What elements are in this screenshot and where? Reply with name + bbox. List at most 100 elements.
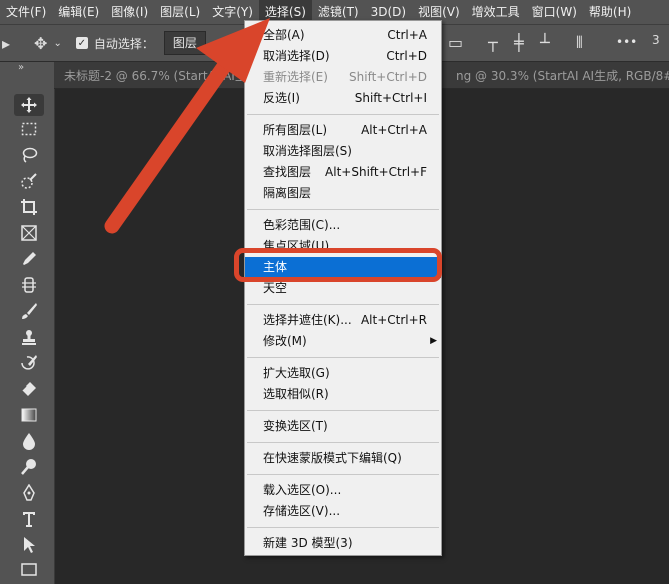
type-icon	[23, 512, 35, 527]
move-tool[interactable]	[14, 94, 44, 116]
menu-item-transform-selection[interactable]: 变换选区(T)	[245, 416, 441, 437]
healing-brush-tool[interactable]	[14, 274, 44, 296]
shortcut-label: Shift+Ctrl+I	[354, 91, 427, 105]
quick-selection-icon	[21, 173, 37, 189]
crop-icon	[21, 199, 37, 215]
auto-select-target-dropdown[interactable]: 图层	[163, 31, 206, 55]
tools-panel: »	[0, 62, 55, 584]
move-tool-icon[interactable]: ✥	[34, 34, 47, 53]
align-top-icon[interactable]: ┬	[488, 33, 498, 52]
document-tab-2[interactable]: ng @ 30.3% (StartAI AI生成, RGB/8#) *	[446, 67, 669, 84]
menu-item-label: 扩大选取(G)	[263, 366, 330, 380]
menu-separator	[247, 357, 439, 358]
menu-item-label: 重新选择(E)	[263, 70, 328, 84]
menu-item-label: 修改(M)	[263, 334, 307, 348]
menu-image[interactable]: 图像(I)	[105, 0, 154, 24]
menu-item-isolate-layers[interactable]: 隔离图层	[245, 183, 441, 204]
brush-icon	[22, 303, 37, 319]
arrow-cursor-icon	[24, 537, 35, 553]
home-icon[interactable]: ▸	[2, 34, 10, 53]
eraser-tool[interactable]	[14, 378, 44, 400]
menu-help[interactable]: 帮助(H)	[583, 0, 637, 24]
menu-edit[interactable]: 编辑(E)	[52, 0, 105, 24]
menu-item-grow[interactable]: 扩大选取(G)	[245, 363, 441, 384]
menu-item-quick-mask[interactable]: 在快速蒙版模式下编辑(Q)	[245, 448, 441, 469]
brush-tool[interactable]	[14, 300, 44, 322]
3d-mode-icon[interactable]: 3	[652, 33, 660, 47]
menu-item-find-layers[interactable]: 查找图层 Alt+Shift+Ctrl+F	[245, 162, 441, 183]
menu-separator	[247, 410, 439, 411]
blur-drop-icon	[23, 433, 35, 450]
shortcut-label: Alt+Ctrl+R	[360, 313, 427, 327]
marquee-tool[interactable]	[14, 118, 44, 140]
menu-item-label: 选取相似(R)	[263, 387, 329, 401]
menu-item-reselect[interactable]: 重新选择(E) Shift+Ctrl+D	[245, 67, 441, 88]
menu-item-modify[interactable]: 修改(M) ▶	[245, 331, 441, 352]
menu-separator	[247, 304, 439, 305]
menu-item-label: 所有图层(L)	[263, 123, 328, 137]
pen-tool[interactable]	[14, 482, 44, 504]
menu-separator	[247, 442, 439, 443]
menu-item-label: 色彩范围(C)...	[263, 218, 341, 232]
menu-separator	[247, 474, 439, 475]
history-brush-tool[interactable]	[14, 352, 44, 374]
stamp-icon	[22, 330, 36, 345]
annotation-highlight-box	[234, 248, 442, 282]
document-tab-1[interactable]: 未标题-2 @ 66.7% (StartAI AI生成,	[54, 67, 273, 84]
menu-separator	[247, 114, 439, 115]
menu-item-save-selection[interactable]: 存储选区(V)...	[245, 501, 441, 522]
submenu-arrow-icon: ▶	[430, 336, 437, 346]
dodge-tool[interactable]	[14, 456, 44, 478]
menu-separator	[247, 527, 439, 528]
menu-plugins[interactable]: 增效工具	[466, 0, 526, 24]
chevron-down-icon[interactable]: ⌄	[53, 38, 61, 49]
menu-item-label: 选择并遮住(K)...	[263, 313, 352, 327]
eyedropper-tool[interactable]	[14, 248, 44, 270]
menu-item-deselect[interactable]: 取消选择(D) Ctrl+D	[245, 46, 441, 67]
dodge-icon	[21, 459, 36, 475]
clone-stamp-tool[interactable]	[14, 326, 44, 348]
auto-select-checkbox[interactable]: ✓	[75, 37, 88, 49]
align-left-icon[interactable]: ▭	[448, 33, 463, 52]
menu-item-all-layers[interactable]: 所有图层(L) Alt+Ctrl+A	[245, 120, 441, 141]
collapse-icon[interactable]: »	[18, 62, 24, 73]
distribute-icon[interactable]: ⫴	[576, 33, 583, 53]
shortcut-label: Alt+Ctrl+A	[361, 123, 427, 137]
menu-item-color-range[interactable]: 色彩范围(C)...	[245, 215, 441, 236]
menu-file[interactable]: 文件(F)	[0, 0, 52, 24]
crop-tool[interactable]	[14, 196, 44, 218]
gradient-icon	[21, 408, 37, 422]
menu-item-label: 新建 3D 模型(3)	[263, 536, 353, 550]
menu-item-select-and-mask[interactable]: 选择并遮住(K)... Alt+Ctrl+R	[245, 310, 441, 331]
quick-selection-tool[interactable]	[14, 170, 44, 192]
menu-item-select-all[interactable]: 全部(A) Ctrl+A	[245, 25, 441, 46]
pen-icon	[23, 484, 35, 501]
type-tool[interactable]	[14, 508, 44, 530]
frame-tool[interactable]	[14, 222, 44, 244]
align-bottom-icon[interactable]: ┴	[540, 33, 550, 52]
menu-item-load-selection[interactable]: 载入选区(O)...	[245, 480, 441, 501]
align-vcenter-icon[interactable]: ╪	[514, 33, 524, 52]
rectangular-marquee-icon	[21, 122, 37, 136]
more-options[interactable]: •••	[616, 35, 637, 49]
rectangle-tool[interactable]	[14, 558, 44, 580]
eraser-icon	[21, 382, 36, 396]
menu-item-similar[interactable]: 选取相似(R)	[245, 384, 441, 405]
menu-item-label: 查找图层	[263, 165, 312, 179]
lasso-tool[interactable]	[14, 144, 44, 166]
path-selection-tool[interactable]	[14, 534, 44, 556]
eyedropper-icon	[23, 252, 36, 265]
blur-tool[interactable]	[14, 430, 44, 452]
history-brush-icon	[21, 355, 37, 370]
select-menu-dropdown: 全部(A) Ctrl+A 取消选择(D) Ctrl+D 重新选择(E) Shift+C…	[244, 20, 442, 556]
lasso-icon	[22, 147, 38, 163]
gradient-tool[interactable]	[14, 404, 44, 426]
menu-item-inverse[interactable]: 反选(I) Shift+Ctrl+I	[245, 88, 441, 109]
menu-layer[interactable]: 图层(L)	[154, 0, 206, 24]
menu-item-label: 取消选择(D)	[263, 49, 330, 63]
menu-item-label: 变换选区(T)	[263, 419, 328, 433]
menu-item-deselect-layers[interactable]: 取消选择图层(S)	[245, 141, 441, 162]
menu-window[interactable]: 窗口(W)	[526, 0, 583, 24]
menu-item-new-3d-model[interactable]: 新建 3D 模型(3)	[245, 533, 441, 554]
menu-item-label: 隔离图层	[263, 186, 312, 200]
